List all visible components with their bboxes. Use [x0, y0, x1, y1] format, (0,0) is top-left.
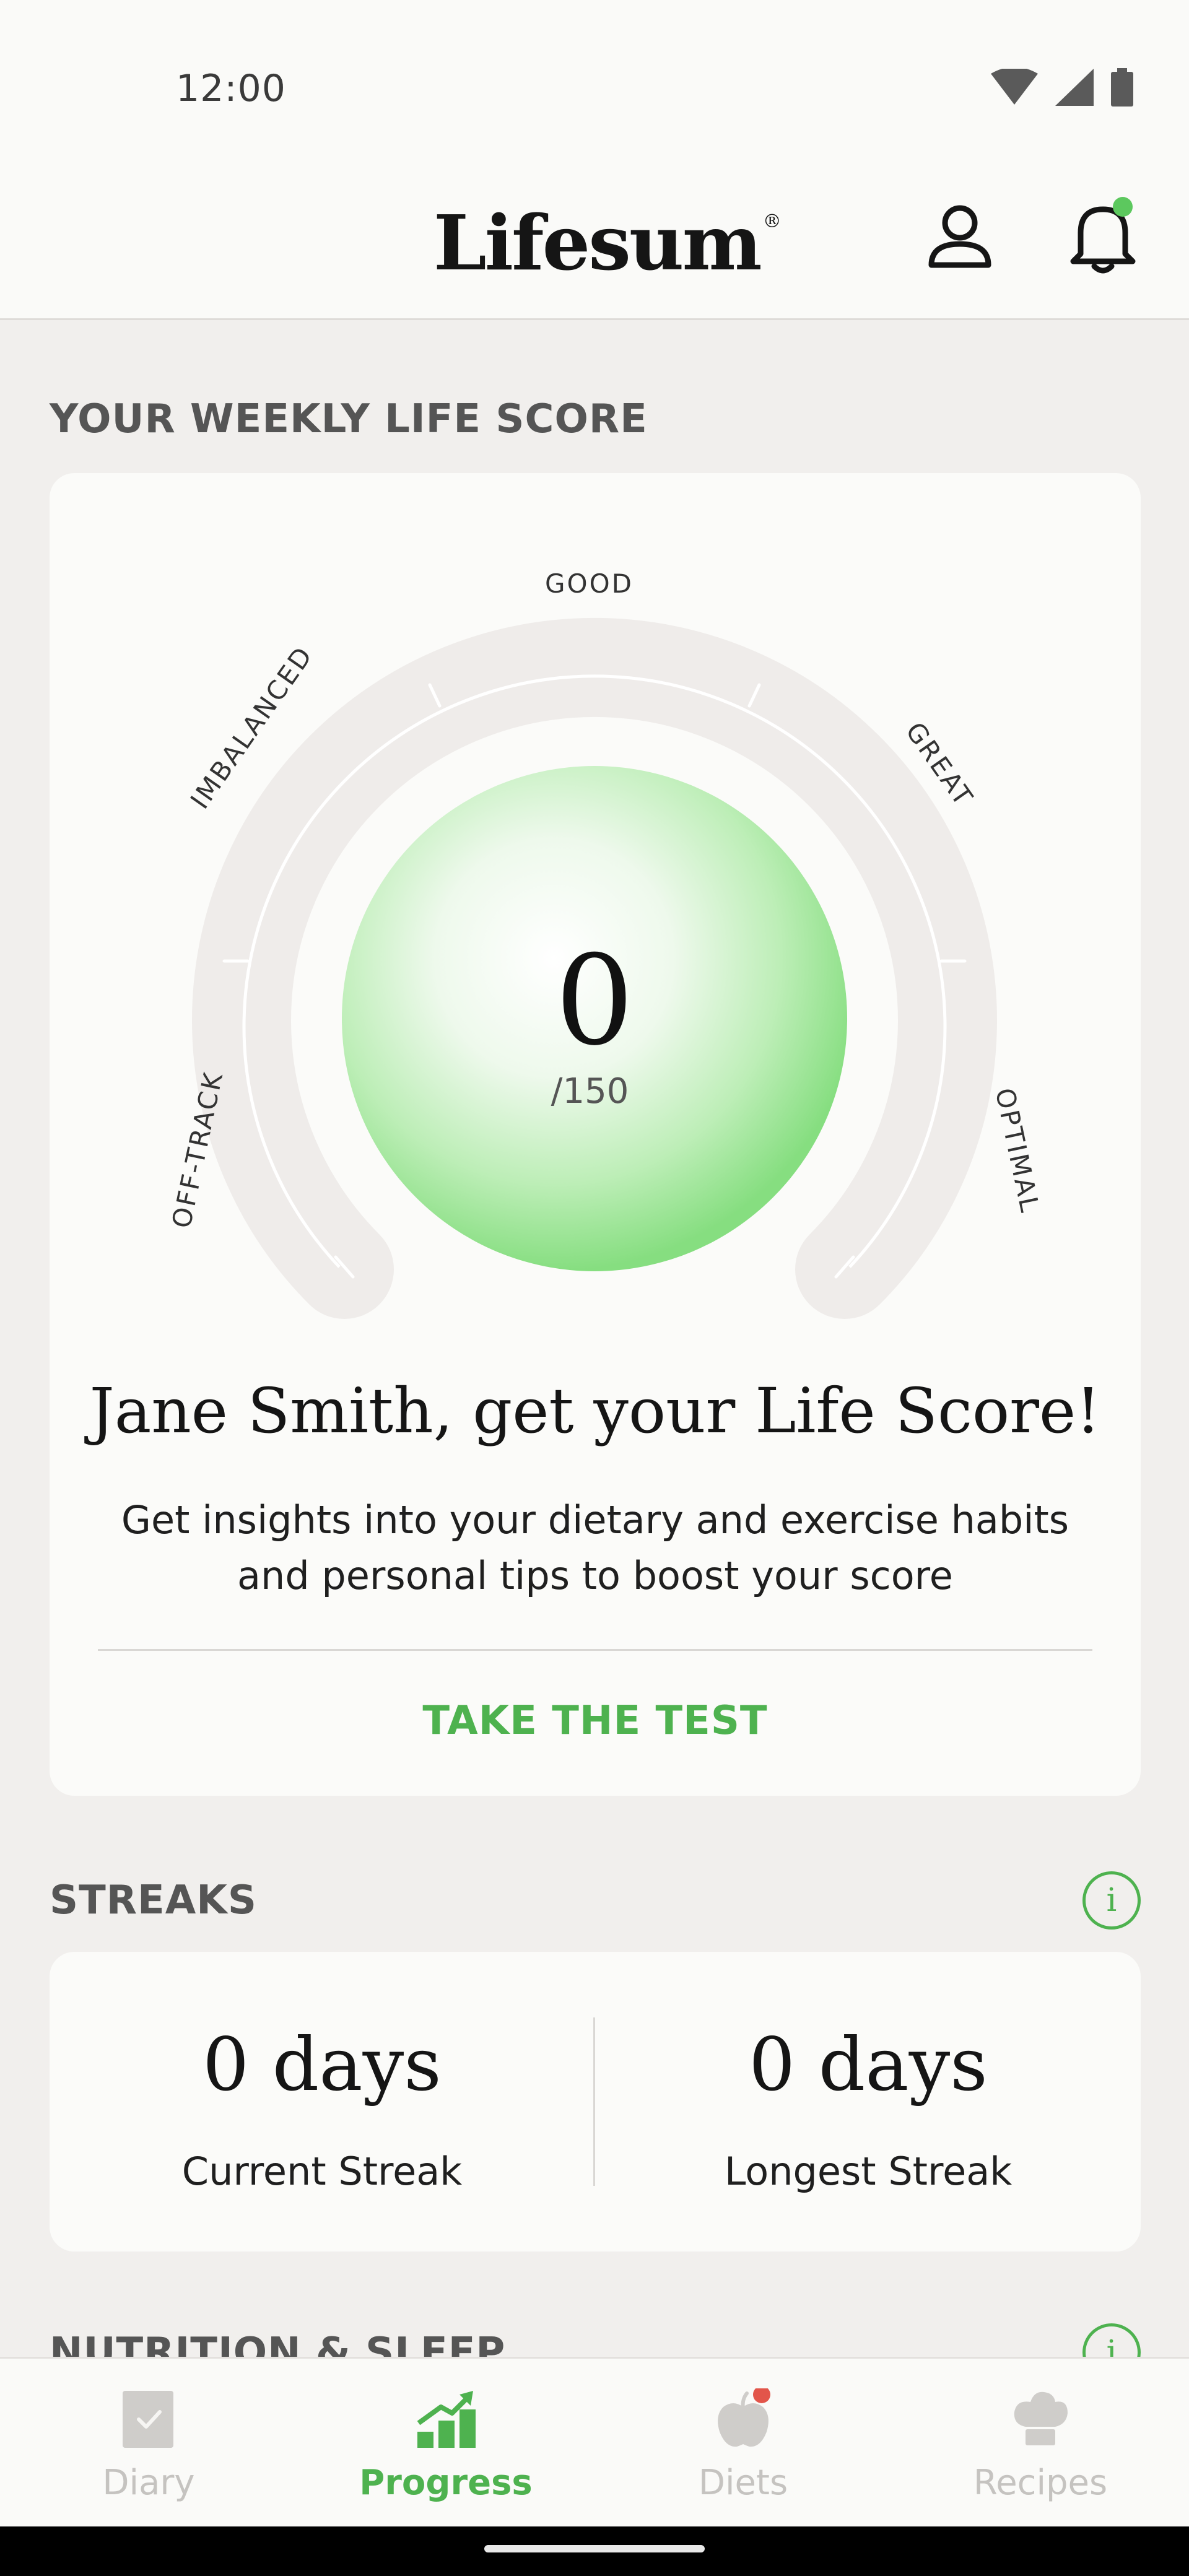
nav-progress-label: Progress	[359, 2463, 533, 2503]
system-navigation-bar	[0, 2526, 1189, 2576]
nav-diary-label: Diary	[102, 2463, 195, 2503]
score-max: /150	[551, 1071, 629, 1112]
nav-diets[interactable]: Diets	[594, 2359, 892, 2528]
nav-diary[interactable]: Diary	[0, 2359, 297, 2528]
longest-streak-label: Longest Streak	[724, 2149, 1013, 2194]
score-value: 0	[555, 929, 634, 1073]
life-score-description: Get insights into your dietary and exerc…	[121, 1497, 1069, 1598]
nav-diets-label: Diets	[698, 2463, 788, 2503]
current-streak-value: 0 days	[203, 2022, 442, 2107]
diary-icon	[123, 2391, 173, 2448]
home-indicator[interactable]	[484, 2545, 705, 2552]
info-icon: i	[1106, 1882, 1117, 1919]
take-the-test-button[interactable]: TAKE THE TEST	[50, 1698, 1141, 1744]
bottom-navigation: Diary Progress Diets Recipes	[0, 2357, 1189, 2528]
card-divider	[98, 1649, 1092, 1651]
nav-recipes[interactable]: Recipes	[892, 2359, 1189, 2528]
apple-icon	[718, 2388, 770, 2447]
gauge-label-good: GOOD	[545, 568, 634, 599]
current-streak-label: Current Streak	[181, 2149, 463, 2194]
nav-recipes-label: Recipes	[973, 2463, 1108, 2503]
longest-streak-value: 0 days	[749, 2022, 988, 2107]
chef-hat-icon	[1014, 2391, 1068, 2445]
nav-progress[interactable]: Progress	[297, 2359, 594, 2528]
diets-badge	[753, 2388, 770, 2403]
life-score-headline: Jane Smith, get your Life Score!	[89, 1375, 1101, 1447]
progress-icon	[417, 2391, 476, 2448]
streaks-info-button[interactable]: i	[1082, 1871, 1141, 1930]
streaks-divider	[593, 2017, 595, 2186]
streaks-section-title: STREAKS	[50, 1878, 257, 1923]
